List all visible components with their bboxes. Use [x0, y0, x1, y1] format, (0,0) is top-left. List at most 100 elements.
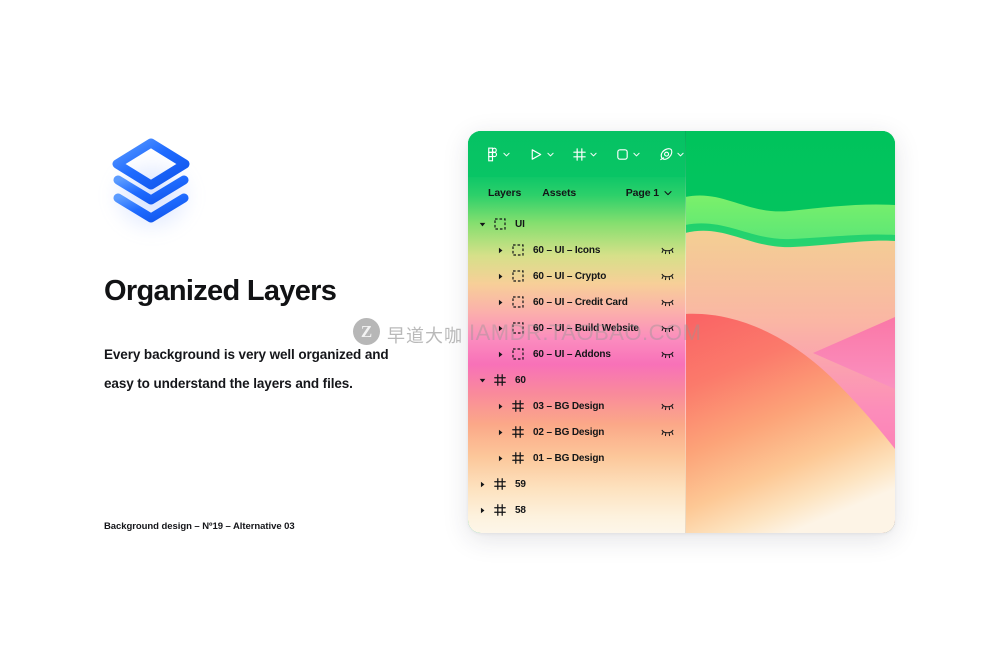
layer-expand-toggle[interactable]	[477, 505, 487, 515]
figma-logo-icon	[488, 147, 498, 161]
caret-right-icon	[498, 247, 502, 253]
layer-row[interactable]: 60 – UI – Crypto	[468, 263, 686, 289]
figma-toolbar	[468, 131, 686, 177]
caret-right-icon	[498, 351, 502, 357]
layer-visibility-toggle[interactable]	[661, 400, 674, 413]
chevron-down-icon	[547, 152, 554, 156]
hero-description-line-1: Every background is very well organized …	[104, 346, 389, 362]
layer-type-icon	[511, 244, 525, 256]
toolbar-move-tool[interactable]	[526, 145, 556, 164]
layer-visibility-toggle[interactable]	[661, 270, 674, 283]
layer-type-icon	[511, 270, 525, 282]
eye-closed-icon	[661, 247, 674, 254]
chevron-down-icon	[664, 191, 672, 196]
layer-type-icon	[493, 478, 507, 490]
caret-right-icon	[498, 403, 502, 409]
layer-type-icon	[493, 504, 507, 516]
page-selector[interactable]: Page 1	[626, 187, 672, 199]
caret-right-icon	[480, 481, 484, 487]
layer-expand-toggle[interactable]	[495, 297, 505, 307]
layer-expand-toggle[interactable]	[495, 453, 505, 463]
layer-type-icon	[511, 322, 525, 334]
layer-expand-toggle[interactable]	[495, 323, 505, 333]
caret-right-icon	[498, 273, 502, 279]
footnote: Background design – Nº19 – Alternative 0…	[104, 521, 295, 532]
layer-expand-toggle[interactable]	[495, 427, 505, 437]
layer-collapse-toggle[interactable]	[477, 219, 487, 229]
layer-type-icon	[493, 218, 507, 230]
move-tool-icon	[531, 148, 542, 160]
layer-visibility-toggle[interactable]	[661, 296, 674, 309]
layer-expand-toggle[interactable]	[495, 245, 505, 255]
eye-closed-icon	[661, 403, 674, 410]
frame-icon	[512, 452, 524, 464]
screenshot-root: Organized Layers Every background is ver…	[0, 0, 1000, 667]
canvas-artwork[interactable]	[685, 131, 895, 533]
caret-right-icon	[498, 325, 502, 331]
layer-name: UI	[515, 218, 525, 230]
frame-icon	[512, 426, 524, 438]
chevron-down-icon	[590, 152, 597, 156]
watermark-logo: Z	[353, 318, 380, 345]
layer-row[interactable]: 60 – UI – Build Website	[468, 315, 686, 341]
layer-row[interactable]: 59	[468, 471, 686, 497]
layer-row[interactable]: 60	[468, 367, 686, 393]
layer-name: 60 – UI – Icons	[533, 244, 601, 256]
layer-type-icon	[493, 374, 507, 386]
page-selector-label: Page 1	[625, 187, 659, 199]
layer-type-icon	[511, 426, 525, 438]
layer-row[interactable]: 60 – UI – Credit Card	[468, 289, 686, 315]
frame-tool-icon	[573, 147, 586, 161]
layer-type-icon	[511, 348, 525, 360]
layer-row[interactable]: 60 – UI – Addons	[468, 341, 686, 367]
layer-row[interactable]: 58	[468, 497, 686, 523]
group-icon	[512, 296, 524, 308]
toolbar-pen-tool[interactable]	[656, 145, 686, 164]
chevron-down-icon	[503, 152, 510, 156]
layer-type-icon	[511, 452, 525, 464]
layer-row[interactable]: 03 – BG Design	[468, 393, 686, 419]
layer-visibility-toggle[interactable]	[661, 244, 674, 257]
watermark-brand-text: 早道大咖	[387, 326, 463, 347]
toolbar-shape-tool[interactable]	[613, 145, 642, 164]
toolbar-frame-tool[interactable]	[570, 145, 599, 164]
hero-description-line-2: easy to understand the layers and files.	[104, 375, 353, 391]
layers-list[interactable]: UI 60 – UI – Icons 60 – UI – Crypto 60 – UI…	[468, 211, 686, 523]
hero-description: Every background is very well organized …	[104, 340, 404, 398]
layer-expand-toggle[interactable]	[495, 401, 505, 411]
layer-row[interactable]: 01 – BG Design	[468, 445, 686, 471]
layer-row[interactable]: 02 – BG Design	[468, 419, 686, 445]
tab-layers[interactable]: Layers	[488, 187, 521, 199]
frame-icon	[494, 504, 506, 516]
layer-type-icon	[511, 296, 525, 308]
layer-visibility-toggle[interactable]	[661, 426, 674, 439]
toolbar-figma-menu[interactable]	[483, 145, 512, 164]
layer-collapse-toggle[interactable]	[477, 375, 487, 385]
layer-name: 60 – UI – Credit Card	[533, 296, 628, 308]
stacked-layers-logo	[104, 132, 200, 240]
layer-type-icon	[511, 400, 525, 412]
layer-expand-toggle[interactable]	[495, 349, 505, 359]
group-icon	[512, 270, 524, 282]
layer-row[interactable]: 60 – UI – Icons	[468, 237, 686, 263]
tab-assets[interactable]: Assets	[542, 187, 576, 199]
pen-tool-icon	[660, 147, 673, 160]
frame-icon	[512, 400, 524, 412]
hero-column: Organized Layers Every background is ver…	[104, 132, 444, 398]
eye-closed-icon	[661, 429, 674, 436]
layer-name: 60	[515, 374, 526, 386]
gradient-wave-shapes	[685, 131, 895, 533]
eye-closed-icon	[661, 299, 674, 306]
group-icon	[512, 244, 524, 256]
layer-expand-toggle[interactable]	[495, 271, 505, 281]
layer-visibility-toggle[interactable]	[661, 348, 674, 361]
layer-name: 59	[515, 478, 526, 490]
shape-tool-icon	[617, 148, 628, 160]
layer-name: 60 – UI – Addons	[533, 348, 611, 360]
layer-expand-toggle[interactable]	[477, 479, 487, 489]
figma-window: Layers Assets Page 1 UI 60 – UI – Icons 60…	[468, 131, 895, 533]
layer-visibility-toggle[interactable]	[661, 322, 674, 335]
layer-name: 58	[515, 504, 526, 516]
layer-row[interactable]: UI	[468, 211, 686, 237]
panel-divider	[685, 131, 686, 533]
